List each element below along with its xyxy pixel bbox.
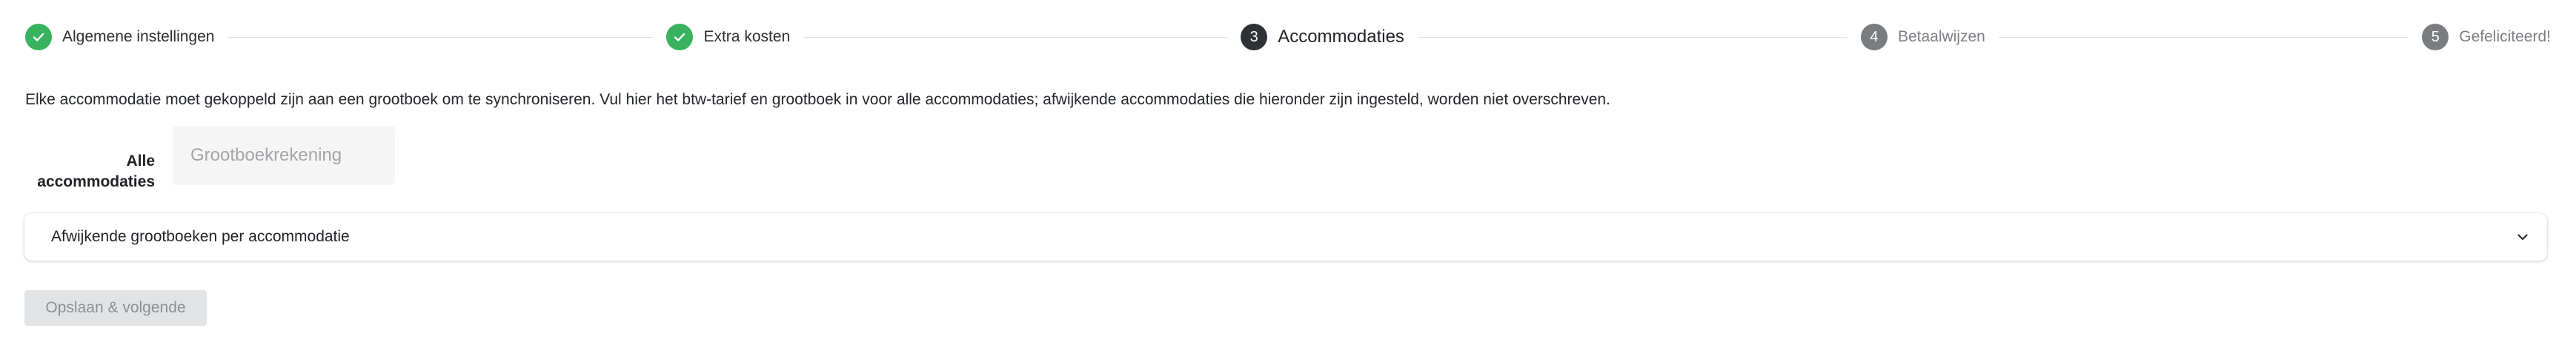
ledger-label-line1: Alle [126, 153, 155, 170]
step-label: Accommodaties [1278, 27, 1404, 47]
step-label: Extra kosten [703, 28, 791, 45]
step-3-number: 3 [1241, 24, 1268, 50]
ledger-row-all-accommodations: Alle accommodaties [25, 126, 395, 192]
intro-text: Elke accommodatie moet gekoppeld zijn aa… [25, 91, 1610, 108]
step-5-number: 5 [2422, 24, 2449, 50]
wizard-stepper: Algemene instellingen Extra kosten 3 Acc… [25, 22, 2551, 52]
step-extra-kosten[interactable]: Extra kosten [666, 24, 790, 50]
step-2-status [666, 24, 694, 50]
step-label: Gefeliciteerd! [2459, 28, 2551, 45]
step-betaalwijzen[interactable]: 4 Betaalwijzen [1860, 24, 1985, 50]
step-4-number: 4 [1860, 24, 1888, 50]
chevron-down-icon [2514, 229, 2531, 245]
step-connector [803, 36, 1228, 38]
step-label: Algemene instellingen [62, 28, 215, 45]
step-label: Betaalwijzen [1897, 28, 1985, 45]
check-icon [33, 33, 44, 41]
save-and-next-button[interactable]: Opslaan & volgende [24, 290, 207, 326]
step-accommodaties[interactable]: 3 Accommodaties [1241, 24, 1404, 50]
step-algemene-instellingen[interactable]: Algemene instellingen [25, 24, 214, 50]
accordion-title: Afwijkende grootboeken per accommodatie [51, 228, 350, 245]
step-connector [1998, 36, 2409, 38]
ledger-label: Alle accommodaties [25, 126, 173, 192]
ledger-label-line2: accommodaties [37, 173, 155, 190]
check-icon [674, 33, 686, 41]
step-connector [1417, 36, 1848, 38]
deviating-ledgers-accordion[interactable]: Afwijkende grootboeken per accommodatie [24, 213, 2547, 261]
step-connector [228, 36, 654, 38]
step-gefeliciteerd[interactable]: 5 Gefeliciteerd! [2422, 24, 2551, 50]
wizard-page: Algemene instellingen Extra kosten 3 Acc… [0, 0, 2576, 345]
step-1-status [25, 24, 52, 50]
ledger-account-input[interactable] [173, 126, 395, 185]
